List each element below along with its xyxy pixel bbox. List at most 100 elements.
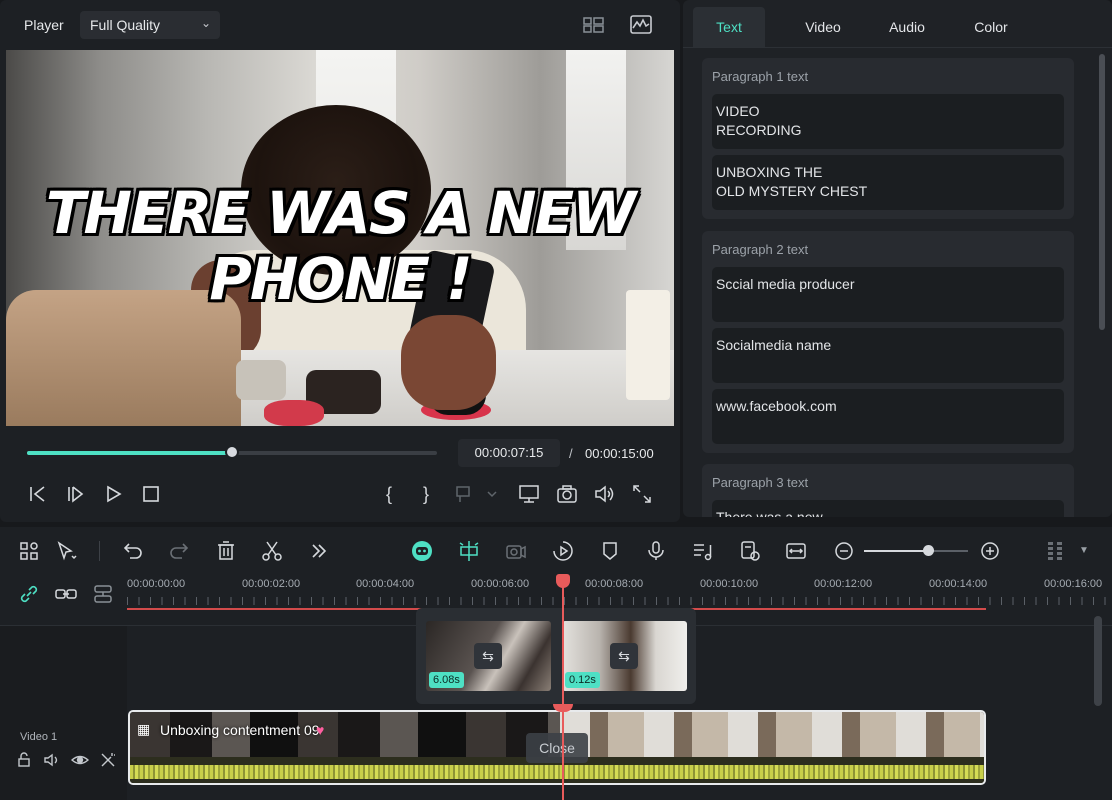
text-field[interactable]: www.facebook.com — [712, 389, 1064, 444]
ai-mate-icon[interactable] — [410, 539, 434, 563]
step-back-icon[interactable] — [27, 483, 49, 505]
fullscreen-icon[interactable] — [631, 483, 653, 505]
text-field[interactable]: Sccial media producer — [712, 267, 1064, 322]
ruler-ticks — [127, 597, 1112, 605]
marker-icon[interactable] — [598, 539, 622, 563]
compound-clip-icon: ▦ — [137, 721, 151, 737]
zoom-out-icon[interactable] — [832, 539, 856, 563]
tab-video[interactable]: Video — [787, 7, 859, 47]
step-forward-icon[interactable] — [64, 483, 86, 505]
tab-divider — [683, 47, 1112, 48]
current-time[interactable]: 00:00:07:15 — [458, 439, 560, 467]
link-icon[interactable] — [17, 582, 41, 606]
quality-value: Full Quality — [90, 17, 161, 33]
player-label: Player — [24, 17, 64, 33]
text-field[interactable]: UNBOXING THE OLD MYSTERY CHEST — [712, 155, 1064, 210]
layout-icon[interactable] — [17, 539, 41, 563]
clip-duration: 6.08s — [429, 672, 464, 688]
timeline-scrollbar[interactable] — [1094, 616, 1102, 706]
mute-icon[interactable] — [43, 751, 61, 769]
music-beat-icon[interactable] — [691, 539, 715, 563]
playhead[interactable] — [562, 584, 564, 800]
clip-thumbnail[interactable]: ⇆ 0.12s — [562, 621, 687, 691]
select-icon[interactable] — [54, 539, 78, 563]
group-title: Paragraph 2 text — [712, 242, 809, 257]
snapshot-icon[interactable] — [556, 483, 578, 505]
jar-object — [236, 360, 286, 400]
track-header — [0, 626, 127, 800]
tab-audio[interactable]: Audio — [871, 7, 943, 47]
delete-icon[interactable] — [214, 539, 238, 563]
play-icon[interactable] — [102, 483, 124, 505]
grid-view-icon[interactable] — [582, 13, 606, 37]
playback-scrubber[interactable] — [27, 445, 437, 459]
quality-select[interactable]: Full Quality ⌄ — [80, 11, 220, 39]
zoom-in-icon[interactable] — [978, 539, 1002, 563]
mark-in-icon[interactable]: { — [378, 483, 400, 505]
dropdown-icon[interactable]: ▼ — [1072, 539, 1096, 563]
ruler-label: 00:00:12:00 — [814, 578, 873, 590]
zoom-slider-handle[interactable] — [923, 545, 935, 556]
tab-text[interactable]: Text — [693, 7, 765, 47]
text-field[interactable]: Socialmedia name — [712, 328, 1064, 383]
ruler-label: 00:00:00:00 — [127, 578, 186, 590]
visibility-icon[interactable] — [71, 751, 89, 769]
waveform-icon[interactable] — [629, 13, 653, 37]
lock-icon[interactable] — [16, 751, 34, 769]
group-title: Paragraph 1 text — [712, 69, 809, 84]
render-preview-icon[interactable] — [738, 539, 762, 563]
ruler-label: 00:00:06:00 — [471, 578, 530, 590]
volume-icon[interactable] — [593, 483, 615, 505]
scrubber-progress — [27, 451, 232, 455]
player-panel: Player Full Quality ⌄ THERE WAS A NEW PH… — [0, 0, 680, 522]
track-name: Video 1 — [20, 731, 58, 743]
ruler-label: 00:00:02:00 — [242, 578, 301, 590]
zoom-slider[interactable] — [864, 545, 968, 556]
ruler-label: 00:00:10:00 — [700, 578, 759, 590]
scrubber-handle[interactable] — [225, 445, 239, 459]
ruler-label: 00:00:08:00 — [585, 578, 644, 590]
ai-wand-icon[interactable] — [99, 751, 117, 769]
panel-scrollbar[interactable] — [1099, 54, 1105, 330]
paragraph-group: Paragraph 1 text VIDEO RECORDING UNBOXIN… — [702, 58, 1074, 219]
group-clip-icon[interactable] — [54, 582, 78, 606]
playhead-handle[interactable] — [556, 574, 570, 588]
chevron-down-icon: ⌄ — [200, 16, 211, 30]
swap-icon[interactable]: ⇆ — [474, 643, 502, 669]
cut-icon[interactable] — [260, 539, 284, 563]
insert-icon[interactable] — [454, 483, 500, 505]
text-field[interactable]: VIDEO RECORDING — [712, 94, 1064, 149]
paragraph-group: Paragraph 2 text Sccial media producer S… — [702, 231, 1074, 453]
more-icon[interactable] — [307, 539, 331, 563]
title-overlay-line2[interactable]: PHONE ! — [6, 246, 674, 312]
tab-color[interactable]: Color — [955, 7, 1027, 47]
redo-icon[interactable] — [167, 539, 191, 563]
close-button[interactable]: Close — [526, 733, 588, 763]
ai-camera-icon[interactable] — [504, 539, 528, 563]
jar-object — [264, 400, 324, 426]
toolbar-divider — [99, 541, 100, 561]
swap-icon[interactable]: ⇆ — [610, 643, 638, 669]
time-separator: / — [569, 446, 573, 461]
ruler-label: 00:00:14:00 — [929, 578, 988, 590]
clip-thumbnail[interactable]: ⇆ 6.08s — [426, 621, 551, 691]
title-overlay-line1[interactable]: THERE WAS A NEW — [6, 180, 674, 246]
video-preview[interactable]: THERE WAS A NEW PHONE ! — [6, 50, 674, 426]
track-layout-icon[interactable] — [91, 582, 115, 606]
text-field[interactable]: There was a new — [712, 500, 1064, 517]
effect-heart-icon: ♥ — [316, 722, 325, 738]
ruler-label: 00:00:16:00 — [1044, 578, 1103, 590]
stop-icon[interactable] — [140, 483, 162, 505]
fit-icon[interactable] — [784, 539, 808, 563]
mark-out-icon[interactable]: } — [415, 483, 437, 505]
display-icon[interactable] — [518, 483, 540, 505]
speed-icon[interactable] — [551, 539, 575, 563]
undo-icon[interactable] — [121, 539, 145, 563]
waveform-band — [130, 765, 984, 779]
ruler-label: 00:00:04:00 — [356, 578, 415, 590]
mic-icon[interactable] — [644, 539, 668, 563]
auto-split-icon[interactable] — [457, 539, 481, 563]
grid-dots-icon[interactable] — [1043, 539, 1067, 563]
clip-swap-popover: ⇆ 6.08s ⇆ 0.12s — [416, 608, 696, 704]
total-time: 00:00:15:00 — [585, 446, 654, 461]
